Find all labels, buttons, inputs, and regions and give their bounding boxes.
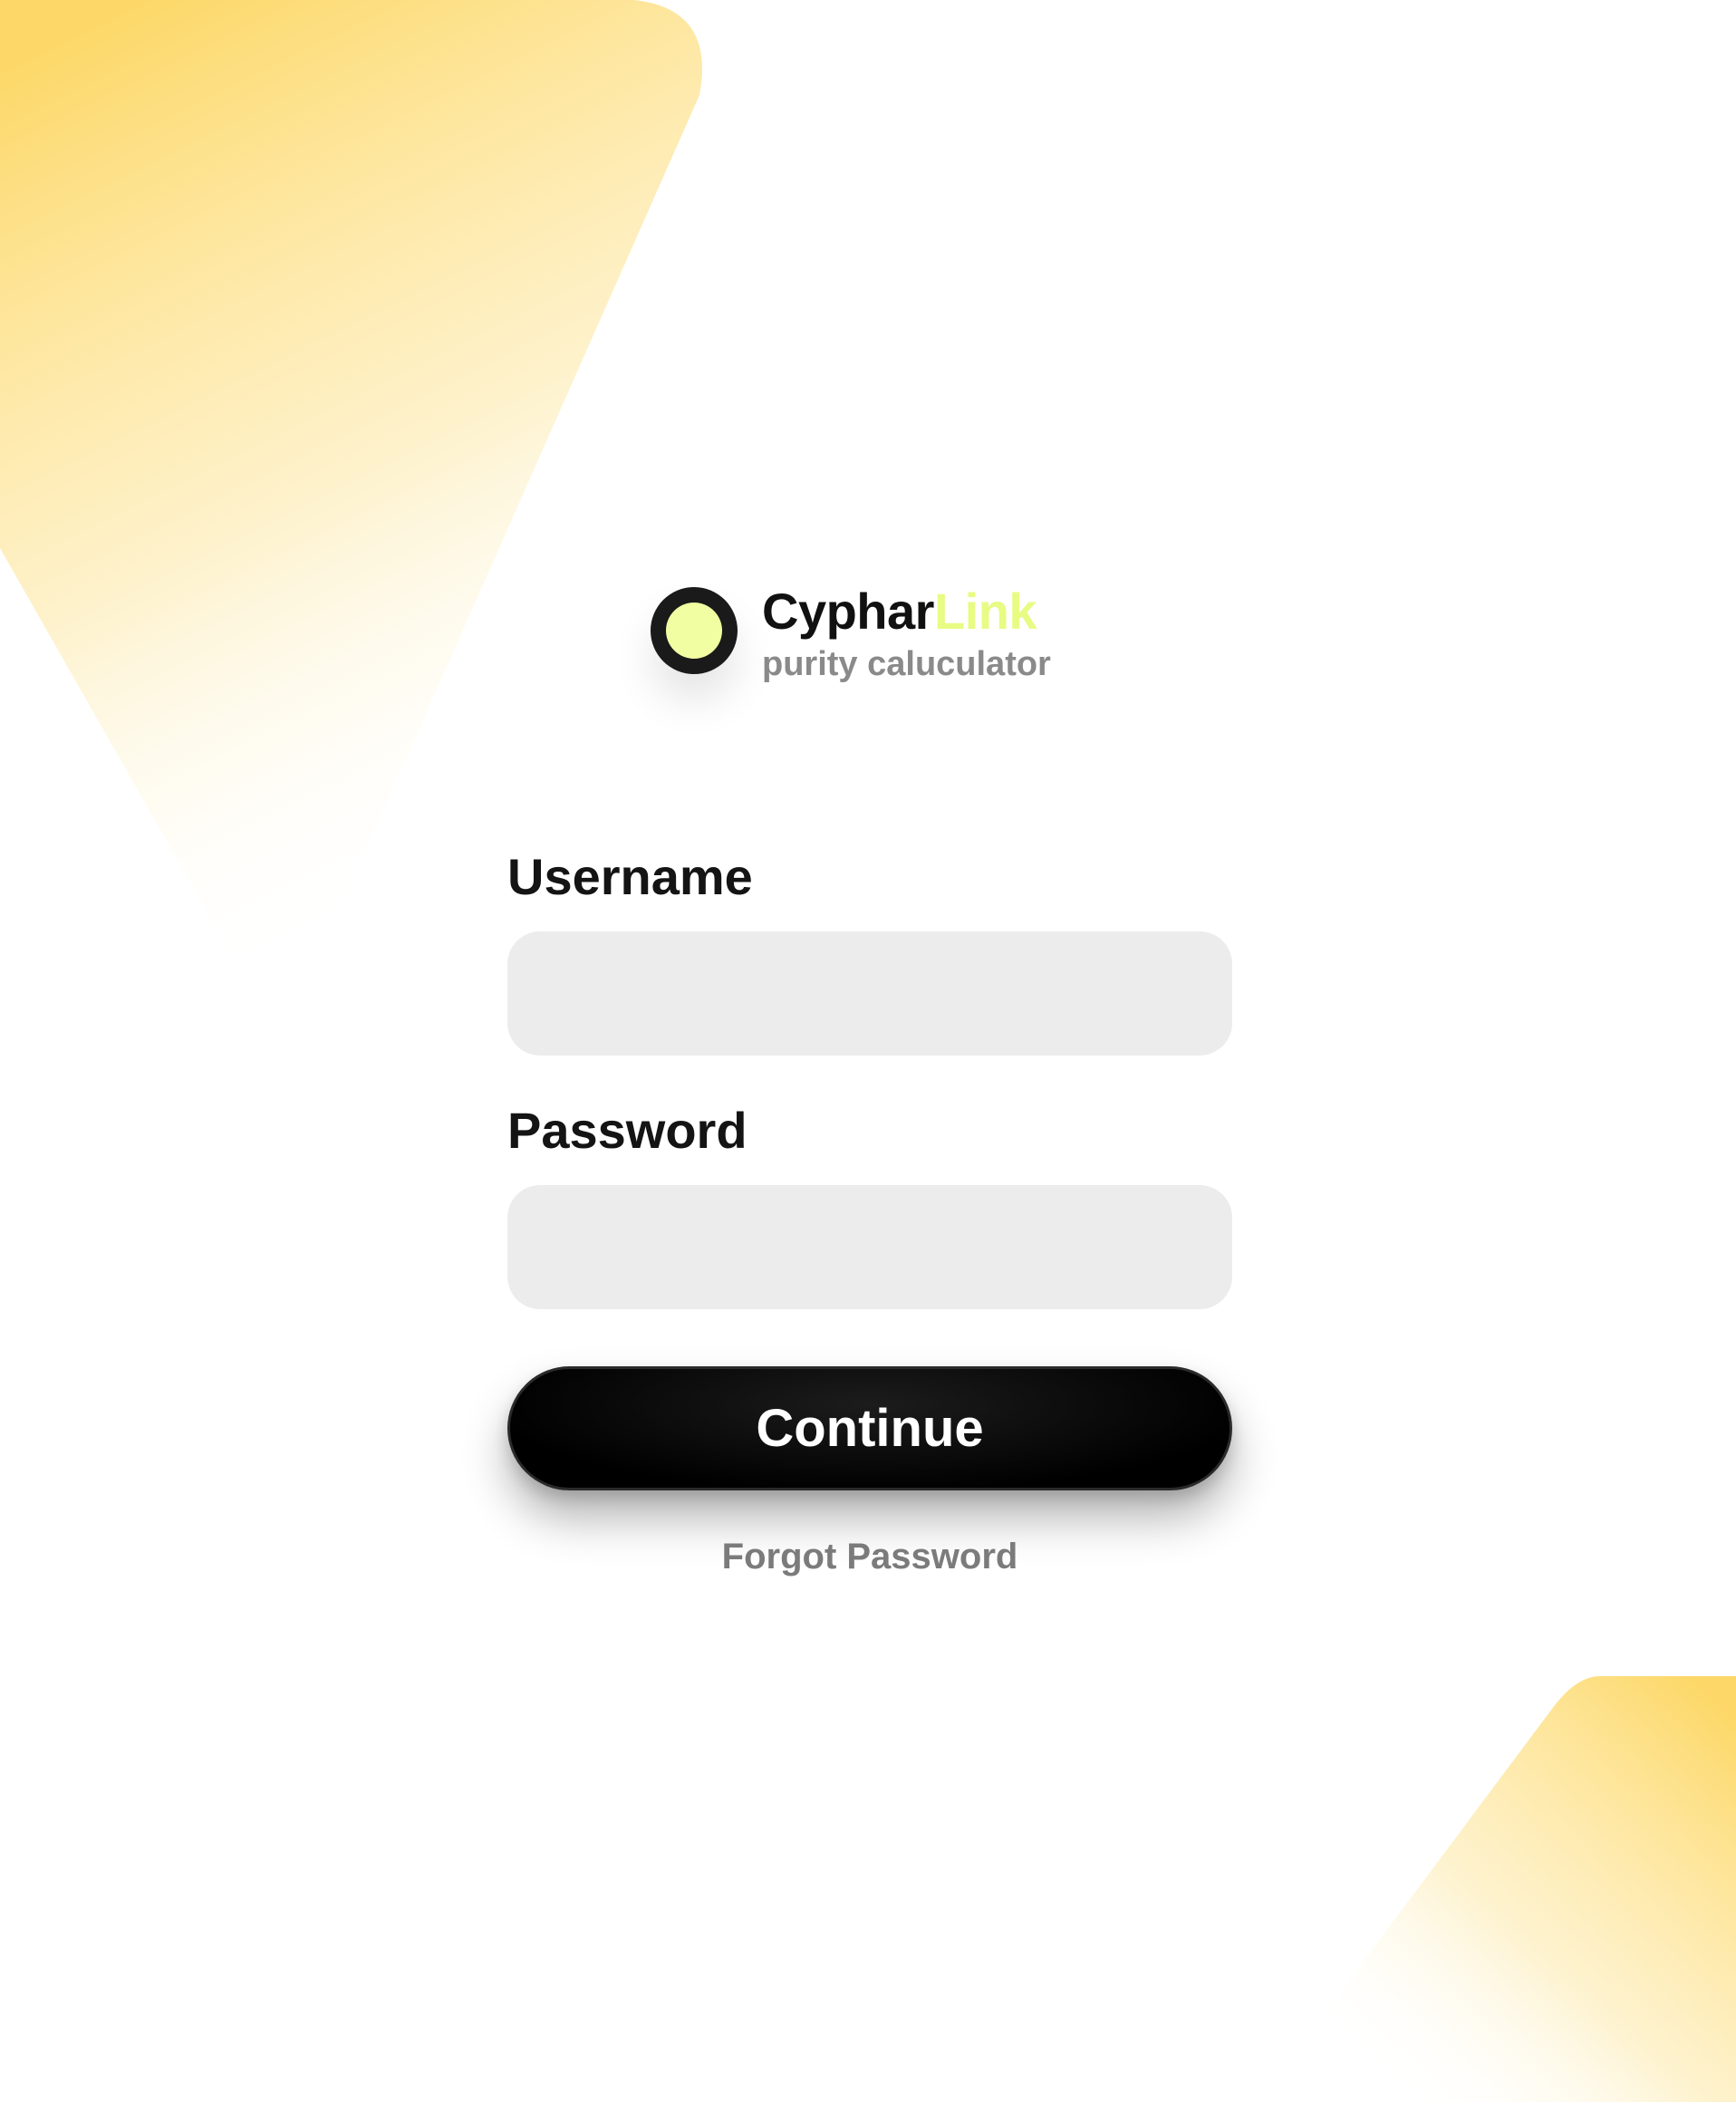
ring-logo-icon bbox=[651, 587, 738, 674]
brand-name: CypharLink bbox=[762, 584, 1051, 639]
username-input[interactable] bbox=[507, 931, 1232, 1056]
forgot-password-link[interactable]: Forgot Password bbox=[507, 1534, 1232, 1579]
logo-text: CypharLink purity caluculator bbox=[762, 584, 1051, 684]
logo-inner-dot bbox=[666, 603, 722, 659]
password-label: Password bbox=[507, 1102, 747, 1159]
username-label: Username bbox=[507, 848, 753, 905]
password-input[interactable] bbox=[507, 1185, 1232, 1309]
app-logo: CypharLink purity caluculator bbox=[651, 584, 1051, 684]
continue-button[interactable]: Continue bbox=[507, 1366, 1232, 1490]
background-shape-bottom-right bbox=[1319, 1676, 1736, 2102]
brand-name-primary: Cyphar bbox=[762, 583, 934, 640]
brand-tagline: purity caluculator bbox=[762, 645, 1051, 683]
brand-name-accent: Link bbox=[933, 583, 1037, 640]
